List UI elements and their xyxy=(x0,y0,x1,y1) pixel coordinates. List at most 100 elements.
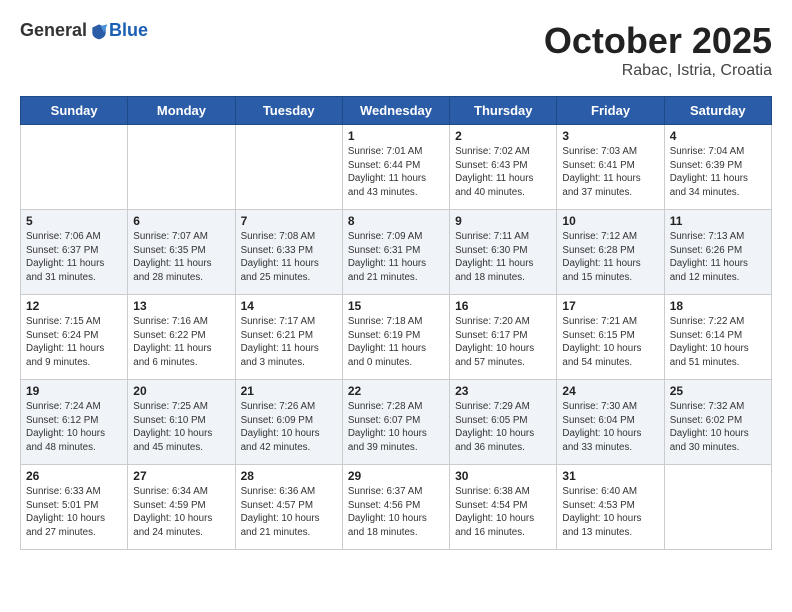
day-info: Sunrise: 7:17 AM Sunset: 6:21 PM Dayligh… xyxy=(241,315,337,370)
weekday-header-row: SundayMondayTuesdayWednesdayThursdayFrid… xyxy=(21,97,772,125)
calendar-cell: 23 Sunrise: 7:29 AM Sunset: 6:05 PM Dayli… xyxy=(450,380,557,465)
calendar-cell: 13 Sunrise: 7:16 AM Sunset: 6:22 PM Dayli… xyxy=(128,295,235,380)
calendar-cell: 1 Sunrise: 7:01 AM Sunset: 6:44 PM Daylig… xyxy=(342,125,449,210)
logo-blue-text: Blue xyxy=(109,20,148,41)
day-number: 11 xyxy=(670,214,766,228)
calendar-week-row: 26 Sunrise: 6:33 AM Sunset: 5:01 PM Dayli… xyxy=(21,465,772,550)
calendar-cell: 7 Sunrise: 7:08 AM Sunset: 6:33 PM Daylig… xyxy=(235,210,342,295)
day-number: 12 xyxy=(26,299,122,313)
day-info: Sunrise: 7:01 AM Sunset: 6:44 PM Dayligh… xyxy=(348,145,444,200)
day-info: Sunrise: 6:37 AM Sunset: 4:56 PM Dayligh… xyxy=(348,485,444,540)
month-title: October 2025 xyxy=(544,20,772,62)
day-number: 26 xyxy=(26,469,122,483)
calendar-cell: 21Sunrise: 7:26 AM Sunset: 6:09 PM Dayli… xyxy=(235,380,342,465)
day-info: Sunrise: 7:13 AM Sunset: 6:26 PM Dayligh… xyxy=(670,230,766,285)
day-number: 1 xyxy=(348,129,444,143)
calendar-cell: 6 Sunrise: 7:07 AM Sunset: 6:35 PM Daylig… xyxy=(128,210,235,295)
day-number: 31 xyxy=(562,469,658,483)
day-info: Sunrise: 7:04 AM Sunset: 6:39 PM Dayligh… xyxy=(670,145,766,200)
day-info: Sunrise: 6:36 AM Sunset: 4:57 PM Dayligh… xyxy=(241,485,337,540)
calendar-cell: 4Sunrise: 7:04 AM Sunset: 6:39 PM Daylig… xyxy=(664,125,771,210)
calendar-cell xyxy=(128,125,235,210)
calendar-cell: 26 Sunrise: 6:33 AM Sunset: 5:01 PM Dayli… xyxy=(21,465,128,550)
calendar-cell xyxy=(235,125,342,210)
day-number: 14 xyxy=(241,299,337,313)
calendar-cell: 30Sunrise: 6:38 AM Sunset: 4:54 PM Dayli… xyxy=(450,465,557,550)
day-info: Sunrise: 7:06 AM Sunset: 6:37 PM Dayligh… xyxy=(26,230,122,285)
calendar-cell: 3Sunrise: 7:03 AM Sunset: 6:41 PM Daylig… xyxy=(557,125,664,210)
day-number: 27 xyxy=(133,469,229,483)
weekday-header-wednesday: Wednesday xyxy=(342,97,449,125)
day-info: Sunrise: 7:22 AM Sunset: 6:14 PM Dayligh… xyxy=(670,315,766,370)
calendar-cell: 9 Sunrise: 7:11 AM Sunset: 6:30 PM Daylig… xyxy=(450,210,557,295)
calendar-cell xyxy=(21,125,128,210)
day-number: 13 xyxy=(133,299,229,313)
calendar-cell: 14 Sunrise: 7:17 AM Sunset: 6:21 PM Dayli… xyxy=(235,295,342,380)
day-info: Sunrise: 7:18 AM Sunset: 6:19 PM Dayligh… xyxy=(348,315,444,370)
calendar-week-row: 12 Sunrise: 7:15 AM Sunset: 6:24 PM Dayli… xyxy=(21,295,772,380)
weekday-header-sunday: Sunday xyxy=(21,97,128,125)
day-info: Sunrise: 7:07 AM Sunset: 6:35 PM Dayligh… xyxy=(133,230,229,285)
day-number: 29 xyxy=(348,469,444,483)
day-number: 21 xyxy=(241,384,337,398)
day-info: Sunrise: 7:24 AM Sunset: 6:12 PM Dayligh… xyxy=(26,400,122,455)
calendar-cell: 18 Sunrise: 7:22 AM Sunset: 6:14 PM Dayli… xyxy=(664,295,771,380)
calendar-cell: 24 Sunrise: 7:30 AM Sunset: 6:04 PM Dayli… xyxy=(557,380,664,465)
calendar-week-row: 1 Sunrise: 7:01 AM Sunset: 6:44 PM Daylig… xyxy=(21,125,772,210)
calendar-cell: 20 Sunrise: 7:25 AM Sunset: 6:10 PM Dayli… xyxy=(128,380,235,465)
day-info: Sunrise: 6:40 AM Sunset: 4:53 PM Dayligh… xyxy=(562,485,658,540)
logo: General Blue xyxy=(20,20,148,41)
location-text: Rabac, Istria, Croatia xyxy=(544,62,772,80)
calendar-cell: 16Sunrise: 7:20 AM Sunset: 6:17 PM Dayli… xyxy=(450,295,557,380)
day-number: 8 xyxy=(348,214,444,228)
day-number: 23 xyxy=(455,384,551,398)
day-number: 10 xyxy=(562,214,658,228)
day-info: Sunrise: 7:21 AM Sunset: 6:15 PM Dayligh… xyxy=(562,315,658,370)
day-info: Sunrise: 6:34 AM Sunset: 4:59 PM Dayligh… xyxy=(133,485,229,540)
day-number: 15 xyxy=(348,299,444,313)
day-info: Sunrise: 7:16 AM Sunset: 6:22 PM Dayligh… xyxy=(133,315,229,370)
day-number: 17 xyxy=(562,299,658,313)
page-header: General Blue October 2025 Rabac, Istria,… xyxy=(20,20,772,80)
day-info: Sunrise: 7:12 AM Sunset: 6:28 PM Dayligh… xyxy=(562,230,658,285)
calendar-cell xyxy=(664,465,771,550)
day-number: 30 xyxy=(455,469,551,483)
day-info: Sunrise: 7:25 AM Sunset: 6:10 PM Dayligh… xyxy=(133,400,229,455)
calendar-cell: 28Sunrise: 6:36 AM Sunset: 4:57 PM Dayli… xyxy=(235,465,342,550)
day-number: 6 xyxy=(133,214,229,228)
day-info: Sunrise: 7:02 AM Sunset: 6:43 PM Dayligh… xyxy=(455,145,551,200)
calendar-week-row: 19Sunrise: 7:24 AM Sunset: 6:12 PM Dayli… xyxy=(21,380,772,465)
day-number: 3 xyxy=(562,129,658,143)
day-number: 25 xyxy=(670,384,766,398)
day-number: 7 xyxy=(241,214,337,228)
title-area: October 2025 Rabac, Istria, Croatia xyxy=(544,20,772,80)
calendar-cell: 29 Sunrise: 6:37 AM Sunset: 4:56 PM Dayli… xyxy=(342,465,449,550)
calendar-cell: 5 Sunrise: 7:06 AM Sunset: 6:37 PM Daylig… xyxy=(21,210,128,295)
day-info: Sunrise: 7:11 AM Sunset: 6:30 PM Dayligh… xyxy=(455,230,551,285)
day-info: Sunrise: 7:08 AM Sunset: 6:33 PM Dayligh… xyxy=(241,230,337,285)
day-number: 9 xyxy=(455,214,551,228)
calendar-cell: 10 Sunrise: 7:12 AM Sunset: 6:28 PM Dayli… xyxy=(557,210,664,295)
day-info: Sunrise: 7:15 AM Sunset: 6:24 PM Dayligh… xyxy=(26,315,122,370)
logo-icon xyxy=(89,21,109,41)
day-number: 18 xyxy=(670,299,766,313)
calendar-cell: 8 Sunrise: 7:09 AM Sunset: 6:31 PM Daylig… xyxy=(342,210,449,295)
day-info: Sunrise: 7:30 AM Sunset: 6:04 PM Dayligh… xyxy=(562,400,658,455)
day-number: 24 xyxy=(562,384,658,398)
day-info: Sunrise: 7:09 AM Sunset: 6:31 PM Dayligh… xyxy=(348,230,444,285)
calendar-cell: 2Sunrise: 7:02 AM Sunset: 6:43 PM Daylig… xyxy=(450,125,557,210)
day-info: Sunrise: 7:29 AM Sunset: 6:05 PM Dayligh… xyxy=(455,400,551,455)
day-number: 5 xyxy=(26,214,122,228)
calendar-cell: 12 Sunrise: 7:15 AM Sunset: 6:24 PM Dayli… xyxy=(21,295,128,380)
calendar-cell: 31 Sunrise: 6:40 AM Sunset: 4:53 PM Dayli… xyxy=(557,465,664,550)
weekday-header-saturday: Saturday xyxy=(664,97,771,125)
calendar-cell: 25Sunrise: 7:32 AM Sunset: 6:02 PM Dayli… xyxy=(664,380,771,465)
calendar-cell: 17 Sunrise: 7:21 AM Sunset: 6:15 PM Dayli… xyxy=(557,295,664,380)
weekday-header-monday: Monday xyxy=(128,97,235,125)
day-number: 16 xyxy=(455,299,551,313)
logo-general-text: General xyxy=(20,20,87,41)
calendar-cell: 19Sunrise: 7:24 AM Sunset: 6:12 PM Dayli… xyxy=(21,380,128,465)
calendar-cell: 22Sunrise: 7:28 AM Sunset: 6:07 PM Dayli… xyxy=(342,380,449,465)
day-info: Sunrise: 6:33 AM Sunset: 5:01 PM Dayligh… xyxy=(26,485,122,540)
day-number: 20 xyxy=(133,384,229,398)
